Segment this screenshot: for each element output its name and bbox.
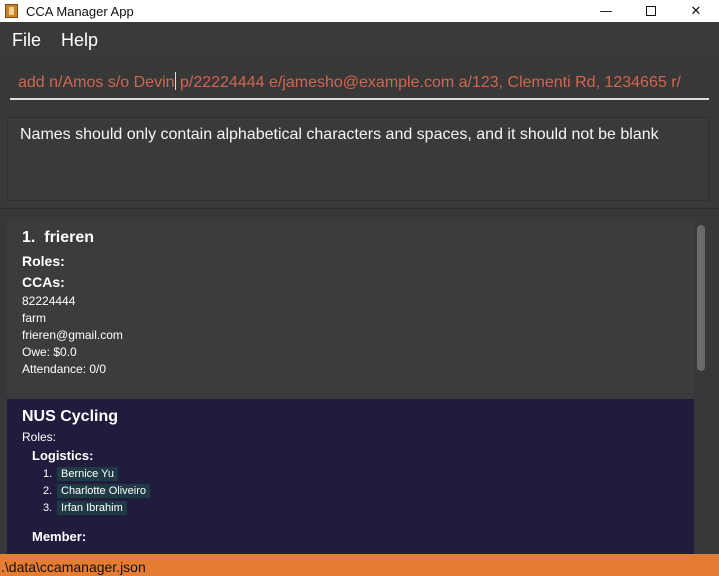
cca-name: NUS Cycling	[22, 408, 119, 425]
cca-member-chip: Charlotte Oliveiro	[57, 484, 150, 498]
person-owe: Owe: $0.0	[22, 345, 77, 359]
cca-roles-label: Roles:	[22, 430, 57, 444]
cca-member-chip: Irfan Ibrahim	[57, 501, 127, 515]
person-email: frieren@gmail.com	[22, 328, 123, 342]
person-address: farm	[22, 311, 46, 325]
person-header: 1. frieren	[22, 229, 94, 247]
close-icon: ✕	[690, 3, 702, 19]
command-text-after-caret: p/22224444 e/jamesho@example.com a/123, …	[175, 74, 681, 91]
list-panel: 1. frieren Roles: CCAs: 82224444 farm fr…	[0, 210, 719, 554]
cca-member-chip: Bernice Yu	[57, 467, 119, 481]
cca-member-item: 1. Bernice Yu	[43, 467, 119, 481]
person-index: 1.	[22, 229, 36, 246]
person-card[interactable]: 1. frieren Roles: CCAs: 82224444 farm fr…	[7, 220, 694, 399]
cca-role-logistics: Logistics:	[32, 448, 94, 463]
window-title: CCA Manager App	[26, 3, 134, 19]
result-message-box[interactable]: Names should only contain alphabetical c…	[7, 117, 709, 201]
save-location: .\data\ccamanager.json	[1, 559, 146, 575]
person-name: frieren	[44, 229, 95, 246]
cca-member-number: 1.	[43, 468, 53, 480]
command-text-before-caret: add n/Amos s/o Devin	[18, 74, 175, 91]
menu-file[interactable]: File	[0, 30, 51, 51]
person-phone: 82224444	[22, 294, 76, 308]
cca-member-item: 2. Charlotte Oliveiro	[43, 484, 150, 498]
person-ccas-label: CCAs:	[22, 274, 65, 290]
list-view[interactable]: 1. frieren Roles: CCAs: 82224444 farm fr…	[7, 220, 694, 554]
person-attendance: Attendance: 0/0	[22, 362, 107, 376]
result-display: Names should only contain alphabetical c…	[0, 110, 719, 209]
result-message: Names should only contain alphabetical c…	[20, 126, 659, 143]
minimize-button[interactable]: —	[583, 0, 629, 22]
cca-role-member: Member:	[32, 529, 87, 544]
list-scrollbar[interactable]	[696, 222, 708, 552]
scrollbar-thumb[interactable]	[697, 225, 705, 371]
menu-bar: File Help	[0, 22, 719, 58]
maximize-icon	[646, 6, 656, 16]
cca-member-number: 2.	[43, 485, 53, 497]
person-roles-label: Roles:	[22, 253, 65, 269]
cca-member-number: 3.	[43, 502, 53, 514]
menu-help[interactable]: Help	[51, 30, 108, 51]
cca-member-item: 3. Irfan Ibrahim	[43, 501, 127, 515]
close-button[interactable]: ✕	[673, 0, 719, 22]
title-bar: CCA Manager App — ✕	[0, 0, 719, 22]
app-icon	[5, 4, 18, 18]
cca-card[interactable]: NUS Cycling Roles: Logistics: 1. Bernice…	[7, 399, 694, 554]
status-bar: .\data\ccamanager.json	[0, 554, 719, 576]
command-box: add n/Amos s/o Devin p/22224444 e/jamesh…	[0, 58, 719, 110]
minimize-icon: —	[599, 3, 613, 19]
maximize-button[interactable]	[628, 0, 674, 22]
command-input[interactable]: add n/Amos s/o Devin p/22224444 e/jamesh…	[10, 66, 709, 100]
